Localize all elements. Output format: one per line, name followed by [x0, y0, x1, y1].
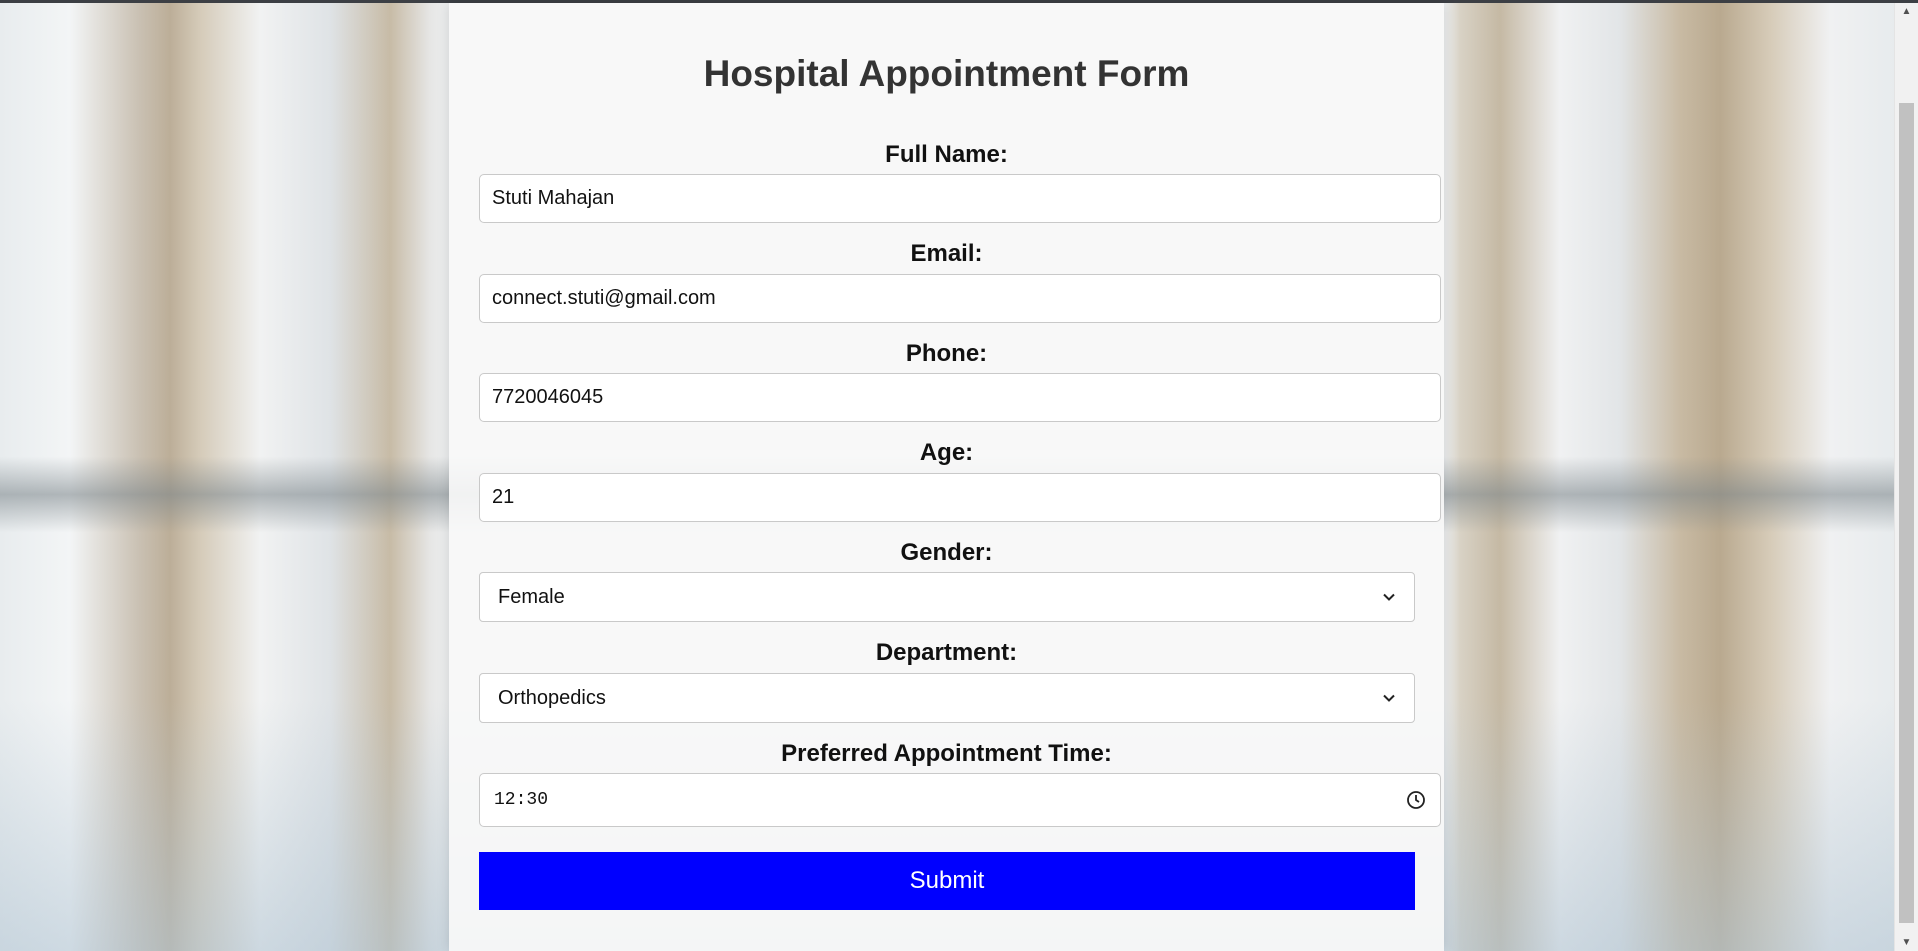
- vertical-scrollbar[interactable]: ▲ ▼: [1894, 3, 1918, 951]
- email-label: Email:: [910, 240, 983, 267]
- page-title: Hospital Appointment Form: [703, 53, 1190, 94]
- phone-label: Phone:: [905, 340, 988, 367]
- full-name-label: Full Name:: [885, 141, 1008, 168]
- full-name-input[interactable]: Stuti Mahajan: [479, 174, 1441, 223]
- clock-icon[interactable]: [1406, 790, 1426, 810]
- chevron-down-icon: [1383, 593, 1395, 601]
- full-name-value: Stuti Mahajan: [492, 187, 615, 209]
- submit-button[interactable]: Submit: [479, 852, 1415, 910]
- age-input[interactable]: 21: [479, 473, 1441, 522]
- age-label: Age:: [919, 439, 974, 466]
- appointment-form: Hospital Appointment Form Full Name: Stu…: [449, 3, 1444, 951]
- scroll-down-arrow-icon[interactable]: ▼: [1895, 934, 1918, 951]
- phone-input[interactable]: 7720046045: [479, 373, 1441, 422]
- appointment-time-input[interactable]: 12:30: [479, 773, 1441, 827]
- gender-selected-value: Female: [498, 585, 565, 608]
- age-value: 21: [492, 486, 515, 508]
- appointment-time-value: 12:30: [494, 790, 549, 810]
- appointment-time-label: Preferred Appointment Time:: [781, 740, 1112, 767]
- chevron-down-icon: [1383, 694, 1395, 702]
- department-label: Department:: [875, 639, 1018, 666]
- department-select[interactable]: Orthopedics: [479, 673, 1415, 723]
- email-value: connect.stuti@gmail.com: [492, 287, 716, 309]
- department-selected-value: Orthopedics: [498, 686, 606, 709]
- email-input[interactable]: connect.stuti@gmail.com: [479, 274, 1441, 323]
- gender-select[interactable]: Female: [479, 572, 1415, 622]
- scroll-up-arrow-icon[interactable]: ▲: [1895, 3, 1918, 20]
- scrollbar-thumb[interactable]: [1899, 103, 1914, 923]
- phone-value: 7720046045: [492, 386, 604, 408]
- gender-label: Gender:: [900, 539, 993, 566]
